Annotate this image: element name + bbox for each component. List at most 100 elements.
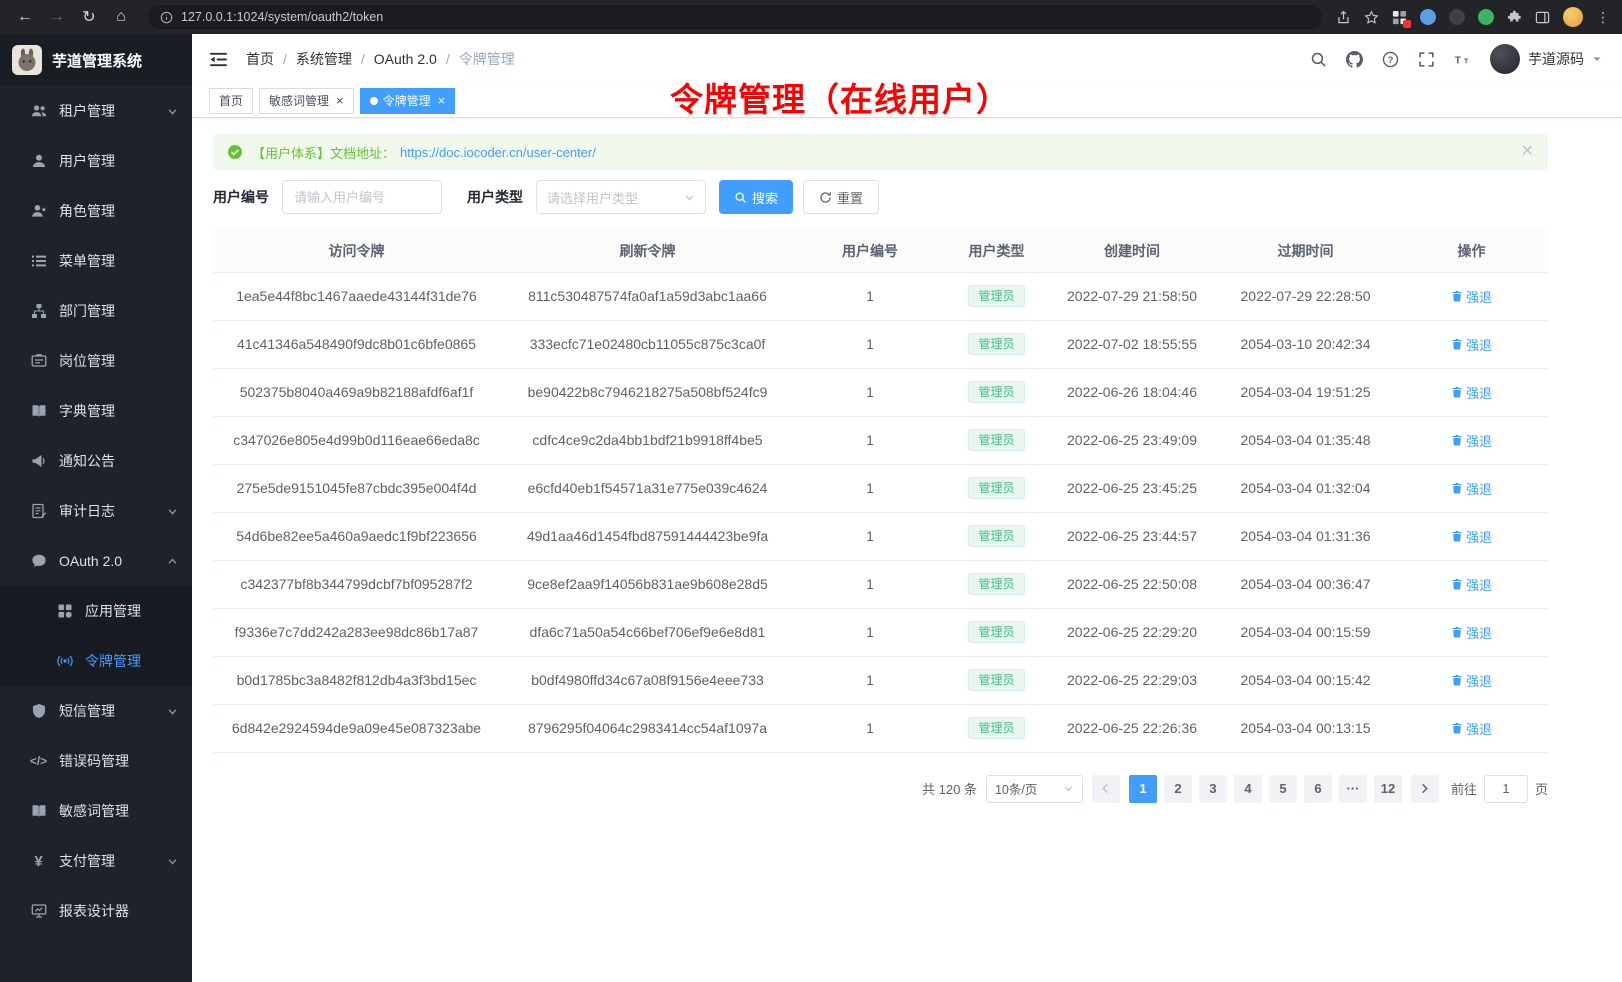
pagination-prev-button[interactable] <box>1092 775 1120 803</box>
pagination-page-3[interactable]: 3 <box>1199 775 1227 803</box>
share-icon[interactable] <box>1336 10 1351 25</box>
close-icon[interactable]: × <box>336 94 344 107</box>
pagination-page-1[interactable]: 1 <box>1129 775 1157 803</box>
breadcrumb-item[interactable]: 首页 <box>246 49 274 69</box>
reset-button[interactable]: 重置 <box>803 180 879 214</box>
create-time-cell: 2022-06-25 22:29:20 <box>1048 608 1216 656</box>
access-token-cell: 502375b8040a469a9b82188afdf6af1f <box>213 368 500 416</box>
force-logout-button[interactable]: 强退 <box>1451 479 1492 498</box>
sidebar-item-pay[interactable]: ¥支付管理 <box>0 836 192 886</box>
address-bar[interactable]: 127.0.0.1:1024/system/oauth2/token <box>148 5 1322 29</box>
breadcrumb: 首页/系统管理/OAuth 2.0/令牌管理 <box>246 49 515 69</box>
site-info-icon[interactable] <box>160 11 173 24</box>
sidebar-item-error-code[interactable]: </>错误码管理 <box>0 736 192 786</box>
create-time-cell: 2022-06-25 22:29:03 <box>1048 656 1216 704</box>
force-logout-button[interactable]: 强退 <box>1451 335 1492 354</box>
extension-blue-icon[interactable] <box>1420 9 1436 25</box>
search-icon[interactable] <box>1310 51 1327 68</box>
column-header: 操作 <box>1395 230 1548 272</box>
force-logout-button[interactable]: 强退 <box>1451 671 1492 690</box>
browser-back-button[interactable]: ← <box>12 4 38 30</box>
sidebar-item-post[interactable]: 岗位管理 <box>0 336 192 386</box>
sidebar-item-menu[interactable]: 菜单管理 <box>0 236 192 286</box>
sidebar-item-oauth2[interactable]: OAuth 2.0 <box>0 536 192 586</box>
browser-home-button[interactable]: ⌂ <box>108 4 134 30</box>
sidebar-item-oauth2-token[interactable]: 令牌管理 <box>0 636 192 686</box>
breadcrumb-item: 令牌管理 <box>459 49 515 69</box>
extension-badge <box>1403 20 1411 28</box>
sidebar-item-dept[interactable]: 部门管理 <box>0 286 192 336</box>
refresh-token-cell: cdfc4ce9c2da4bb1bdf21b9918ff4be5 <box>500 416 795 464</box>
tabs-bar: 首页敏感词管理×令牌管理× <box>192 84 1622 118</box>
close-icon[interactable]: ✕ <box>1521 144 1534 160</box>
font-size-icon[interactable]: TT <box>1454 51 1471 68</box>
sidebar-item-user[interactable]: 用户管理 <box>0 136 192 186</box>
pagination-more[interactable]: ··· <box>1339 775 1367 803</box>
force-logout-button[interactable]: 强退 <box>1451 287 1492 306</box>
help-icon[interactable]: ? <box>1382 51 1399 68</box>
extensions-puzzle-icon[interactable] <box>1507 10 1522 25</box>
pagination-page-6[interactable]: 6 <box>1304 775 1332 803</box>
user-menu[interactable]: 芋道源码 <box>1490 44 1602 74</box>
fullscreen-icon[interactable] <box>1418 51 1435 68</box>
goto-page-input[interactable] <box>1484 775 1528 803</box>
page-size-select[interactable]: 10条/页 <box>986 775 1083 803</box>
sidebar-item-oauth2-app[interactable]: 应用管理 <box>0 586 192 636</box>
main-area: 令牌管理（在线用户） 首页/系统管理/OAuth 2.0/令牌管理 ? <box>192 34 1622 982</box>
search-button[interactable]: 搜索 <box>719 180 793 214</box>
browser-reload-button[interactable]: ↻ <box>76 4 102 30</box>
side-panel-icon[interactable] <box>1535 10 1550 25</box>
app-icon <box>56 603 73 620</box>
create-time-cell: 2022-06-25 22:26:36 <box>1048 704 1216 752</box>
sidebar-item-report-designer[interactable]: 报表设计器 <box>0 886 192 936</box>
breadcrumb-item[interactable]: 系统管理 <box>296 49 352 69</box>
breadcrumb-item[interactable]: OAuth 2.0 <box>374 51 437 67</box>
expire-time-cell: 2054-03-04 00:15:59 <box>1216 608 1395 656</box>
sidebar-item-audit-log[interactable]: 审计日志 <box>0 486 192 536</box>
role-icon <box>30 203 47 220</box>
breadcrumb-separator: / <box>361 51 365 67</box>
sidebar-item-notice[interactable]: 通知公告 <box>0 436 192 486</box>
force-logout-button[interactable]: 强退 <box>1451 719 1492 738</box>
badge-icon <box>30 353 47 370</box>
github-icon[interactable] <box>1346 51 1363 68</box>
pagination-page-5[interactable]: 5 <box>1269 775 1297 803</box>
extension-dark-icon[interactable] <box>1449 9 1465 25</box>
token-table: 访问令牌刷新令牌用户编号用户类型创建时间过期时间操作 1ea5e44f8bc14… <box>213 230 1548 753</box>
navbar: 首页/系统管理/OAuth 2.0/令牌管理 ? TT <box>192 34 1622 84</box>
force-logout-button[interactable]: 强退 <box>1451 383 1492 402</box>
column-header: 过期时间 <box>1216 230 1395 272</box>
force-logout-button[interactable]: 强退 <box>1451 431 1492 450</box>
doc-link[interactable]: https://doc.iocoder.cn/user-center/ <box>400 145 596 160</box>
extension-blocker-icon[interactable] <box>1392 10 1407 25</box>
force-logout-button[interactable]: 强退 <box>1451 623 1492 642</box>
extension-green-icon[interactable] <box>1478 9 1494 25</box>
user-type-select[interactable]: 请选择用户类型 <box>536 180 706 214</box>
list-icon <box>30 253 47 270</box>
sidebar-collapse-icon[interactable] <box>209 51 228 68</box>
pagination-page-12[interactable]: 12 <box>1374 775 1402 803</box>
chevron-down-icon <box>1063 783 1074 794</box>
pagination-page-2[interactable]: 2 <box>1164 775 1192 803</box>
force-logout-button[interactable]: 强退 <box>1451 575 1492 594</box>
table-row: c342377bf8b344799dcbf7bf095287f29ce8ef2a… <box>213 560 1548 608</box>
pagination-next-button[interactable] <box>1411 775 1439 803</box>
sidebar-item-dict[interactable]: 字典管理 <box>0 386 192 436</box>
tab-sensitive-word[interactable]: 敏感词管理× <box>259 88 354 114</box>
browser-menu-icon[interactable]: ⋮ <box>1596 9 1610 26</box>
user-id-input[interactable] <box>282 180 442 214</box>
close-icon[interactable]: × <box>438 94 446 107</box>
bookmark-star-icon[interactable] <box>1364 10 1379 25</box>
sidebar-item-tenant[interactable]: 租户管理 <box>0 86 192 136</box>
table-row: 54d6be82ee5a460a9aedc1f9bf22365649d1aa46… <box>213 512 1548 560</box>
pagination-page-4[interactable]: 4 <box>1234 775 1262 803</box>
sidebar-item-sms[interactable]: 短信管理 <box>0 686 192 736</box>
force-logout-button[interactable]: 强退 <box>1451 527 1492 546</box>
user-id-cell: 1 <box>795 656 945 704</box>
browser-forward-button[interactable]: → <box>44 4 70 30</box>
sidebar-item-role[interactable]: 角色管理 <box>0 186 192 236</box>
tab-token[interactable]: 令牌管理× <box>360 88 456 114</box>
sidebar-item-sensitive-word[interactable]: 敏感词管理 <box>0 786 192 836</box>
browser-profile-avatar[interactable] <box>1563 7 1583 27</box>
tab-home[interactable]: 首页 <box>209 88 253 114</box>
